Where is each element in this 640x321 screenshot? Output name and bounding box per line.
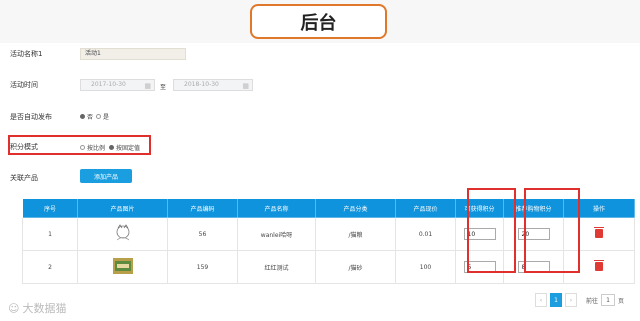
pagination: ‹ 1 › 前往 1 页 bbox=[535, 293, 624, 307]
header-name: 产品名称 bbox=[237, 198, 316, 218]
page-title: 后台 bbox=[250, 4, 387, 39]
row-name: 红红测试 bbox=[237, 250, 316, 284]
page-unit-label: 页 bbox=[618, 297, 625, 305]
prev-page-button[interactable]: ‹ bbox=[535, 293, 547, 307]
header-code: 产品编码 bbox=[167, 198, 238, 218]
radio-unchecked-icon bbox=[80, 145, 85, 150]
row-code: 159 bbox=[167, 250, 238, 284]
watermark: ☺ 大数据猫 bbox=[8, 300, 66, 316]
watermark-text: 大数据猫 bbox=[22, 302, 67, 315]
end-date-value: 2018-10-30 bbox=[184, 81, 219, 88]
delete-icon[interactable] bbox=[594, 259, 604, 271]
auto-publish-yes-radio[interactable]: 是 bbox=[96, 112, 109, 121]
delete-icon[interactable] bbox=[594, 226, 604, 238]
points-mode-ratio-radio[interactable]: 按比例 bbox=[80, 143, 105, 152]
points-mode-fixed-label: 按固定值 bbox=[116, 145, 141, 152]
activity-name-input[interactable]: 活动1 bbox=[80, 48, 186, 60]
product-image-icon bbox=[111, 223, 134, 243]
row-index: 1 bbox=[22, 217, 78, 251]
next-page-button[interactable]: › bbox=[565, 293, 577, 307]
recommend-column-highlight bbox=[524, 188, 580, 273]
radio-unchecked-icon bbox=[96, 114, 101, 119]
header-price: 产品现价 bbox=[395, 198, 456, 218]
radio-checked-icon bbox=[109, 145, 114, 150]
auto-publish-no-radio[interactable]: 否 bbox=[80, 112, 93, 121]
auto-publish-yes-label: 是 bbox=[103, 114, 110, 121]
end-date-input[interactable]: 2018-10-30 ▦ bbox=[173, 79, 253, 91]
calendar-icon: ▦ bbox=[144, 82, 151, 90]
goto-label: 前往 bbox=[586, 297, 599, 305]
radio-checked-icon bbox=[80, 114, 85, 119]
row-name: wanlei哈呀 bbox=[237, 217, 316, 251]
points-mode-label: 积分模式 bbox=[10, 143, 38, 151]
related-products-label: 关联产品 bbox=[10, 174, 38, 182]
row-category: /猫粮 bbox=[315, 217, 396, 251]
product-image-icon bbox=[112, 258, 133, 274]
page-number-input[interactable]: 1 bbox=[601, 294, 616, 306]
product-image bbox=[77, 250, 168, 284]
auto-publish-no-label: 否 bbox=[87, 114, 94, 121]
page-1-button[interactable]: 1 bbox=[550, 293, 562, 307]
activity-time-label: 活动时间 bbox=[10, 81, 38, 89]
calendar-icon: ▦ bbox=[242, 82, 249, 90]
date-separator: 至 bbox=[160, 84, 167, 91]
row-code: 56 bbox=[167, 217, 238, 251]
row-index: 2 bbox=[22, 250, 78, 284]
header-index: 序号 bbox=[22, 198, 78, 218]
auto-publish-label: 是否自动发布 bbox=[10, 113, 52, 121]
start-date-value: 2017-10-30 bbox=[91, 81, 126, 88]
activity-name-label: 活动名称1 bbox=[10, 50, 43, 58]
points-column-highlight bbox=[467, 188, 516, 273]
row-price: 0.01 bbox=[395, 217, 456, 251]
product-image bbox=[77, 217, 168, 251]
header-category: 产品分类 bbox=[315, 198, 396, 218]
add-product-button[interactable]: 添加产品 bbox=[80, 169, 132, 183]
row-category: /猫砂 bbox=[315, 250, 396, 284]
points-mode-fixed-radio[interactable]: 按固定值 bbox=[109, 143, 140, 152]
watermark-logo-icon: ☺ bbox=[8, 301, 20, 315]
header-image: 产品图片 bbox=[77, 198, 168, 218]
start-date-input[interactable]: 2017-10-30 ▦ bbox=[80, 79, 155, 91]
row-price: 100 bbox=[395, 250, 456, 284]
points-mode-ratio-label: 按比例 bbox=[87, 145, 106, 152]
